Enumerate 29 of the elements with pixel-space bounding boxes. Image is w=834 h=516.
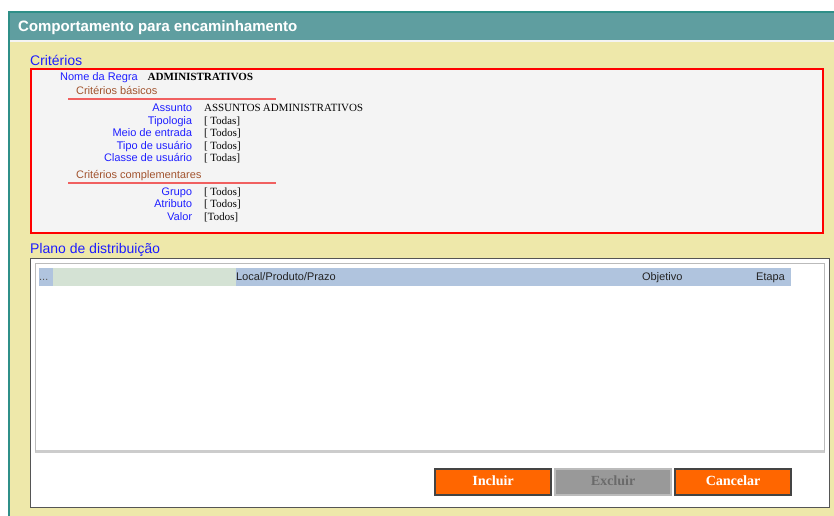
field-value: [ Todos] [204, 127, 241, 140]
column-header: Etapa [756, 268, 791, 286]
field-value: [ Todas] [204, 152, 240, 164]
action-button[interactable]: Cancelar [674, 468, 792, 496]
field-value: [ Todos] [204, 198, 241, 210]
column-header: Objetivo [642, 268, 756, 286]
field-value: ASSUNTOS ADMINISTRATIVOS [204, 102, 364, 114]
field-label: Valor [166, 210, 192, 223]
column-header: ... [39, 268, 236, 286]
field-label: Assunto [151, 102, 192, 114]
field-label: Grupo [160, 186, 192, 198]
field-value: [Todos] [204, 210, 238, 223]
section-heading: Plano de distribuição [30, 240, 161, 256]
field-value: [ Todos] [204, 140, 241, 152]
window-title: Comportamento para encaminhamento [10, 13, 834, 42]
column-header: Local/Produto/Prazo [236, 268, 642, 286]
field-label: Classe de usuário [102, 152, 192, 164]
field-value: ADMINISTRATIVOS [148, 71, 253, 83]
field-label: Nome da Regra [60, 71, 138, 83]
field-value: [ Todos] [204, 186, 241, 198]
field-label: Tipo de usuário [116, 140, 192, 152]
field-value: [ Todas] [204, 114, 240, 127]
field-label: Atributo [153, 198, 192, 210]
field-label: Tipologia [146, 114, 192, 127]
group-title: Critérios básicos [68, 85, 276, 100]
action-button[interactable]: Incluir [434, 468, 552, 496]
group-title: Critérios complementares [68, 168, 276, 184]
field-label: Meio de entrada [112, 127, 192, 140]
section-heading: Critérios [30, 52, 84, 68]
